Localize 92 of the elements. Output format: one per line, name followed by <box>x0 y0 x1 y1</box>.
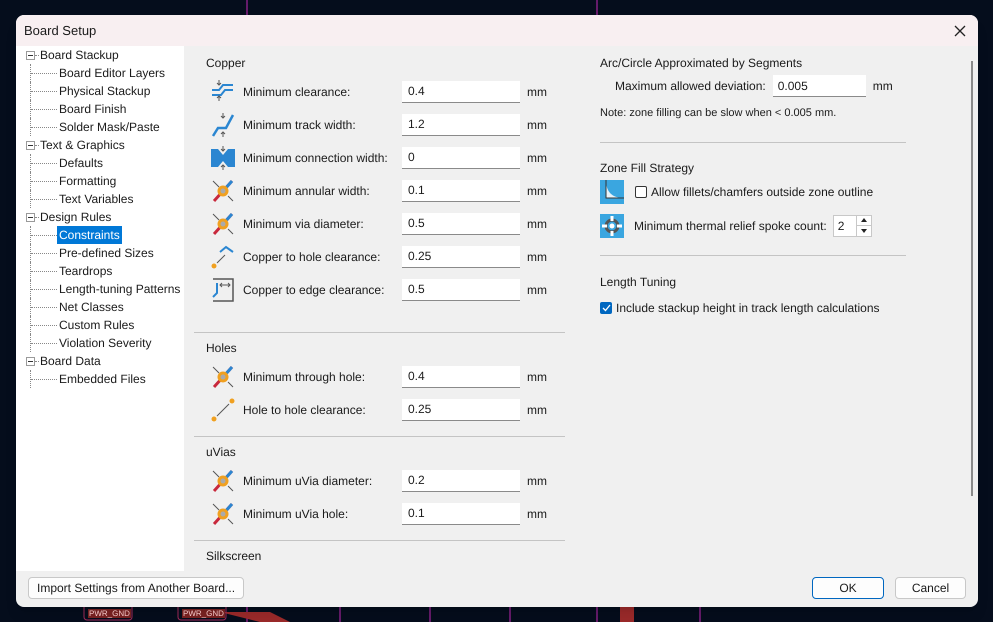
up-arrow-icon <box>860 218 867 222</box>
via-icon <box>210 364 236 390</box>
collapse-toggle[interactable] <box>26 50 35 60</box>
via-icon <box>210 178 236 204</box>
field-label: Copper to hole clearance: <box>243 248 382 266</box>
tree-item[interactable]: Text & Graphics <box>39 136 126 154</box>
input-field[interactable]: 0.5 <box>402 212 520 234</box>
tree-item[interactable]: Length-tuning Patterns <box>57 280 182 298</box>
unit-label: mm <box>527 472 547 490</box>
field-label: Minimum through hole: <box>243 368 366 386</box>
input-field[interactable]: 0.2 <box>402 470 520 492</box>
collapse-toggle[interactable] <box>26 356 35 366</box>
unit-label: mm <box>527 150 547 166</box>
field-label: Minimum connection width: <box>243 150 389 166</box>
input-field[interactable]: 0.25 <box>402 246 520 268</box>
connection-width-icon <box>210 144 236 170</box>
window-title: Board Setup <box>24 22 96 40</box>
unit-label: mm <box>527 116 547 134</box>
input-field[interactable]: 0.005 <box>772 75 866 97</box>
field-label: Minimum track width: <box>243 116 357 134</box>
close-icon <box>954 24 966 36</box>
cancel-button[interactable]: Cancel <box>895 577 966 599</box>
note-text: Note: zone filling can be slow when < 0.005 mm. <box>600 106 838 121</box>
spin-up-button[interactable] <box>856 216 871 226</box>
net-label: PWR_GND <box>88 609 131 618</box>
tree-item[interactable]: Design Rules <box>39 208 112 226</box>
unit-label: mm <box>527 182 547 200</box>
unit-label: mm <box>527 216 547 232</box>
input-field[interactable]: 0.4 <box>402 80 520 102</box>
via-icon <box>210 210 236 236</box>
unit-label: mm <box>527 402 547 418</box>
section-heading: Zone Fill Strategy <box>600 160 696 176</box>
field-label: Copper to edge clearance: <box>243 282 386 298</box>
section-heading: Holes <box>205 340 238 357</box>
input-field[interactable]: 0 <box>402 146 520 168</box>
tree-item[interactable]: Custom Rules <box>57 316 136 334</box>
field-label: Minimum clearance: <box>243 84 352 100</box>
input-field[interactable]: 0.1 <box>402 180 520 202</box>
unit-label: mm <box>527 282 547 298</box>
unit-label: mm <box>527 506 547 522</box>
edge-clearance-icon <box>210 276 236 302</box>
section-heading: Copper <box>205 55 246 72</box>
checkbox[interactable] <box>635 186 647 198</box>
section-heading: uVias <box>205 444 237 461</box>
unit-label: mm <box>527 248 547 266</box>
tree-item[interactable]: Constraints <box>57 226 122 244</box>
via-icon <box>210 468 236 494</box>
tree-item[interactable]: Net Classes <box>57 298 126 316</box>
input-field[interactable]: 0.25 <box>402 398 520 420</box>
unit-label: mm <box>872 78 893 95</box>
tree-item[interactable]: Board Data <box>39 352 102 370</box>
down-arrow-icon <box>860 228 867 233</box>
scrollbar[interactable] <box>971 61 973 496</box>
section-heading: Length Tuning <box>600 274 678 290</box>
input-field[interactable]: 1.2 <box>402 114 520 136</box>
thermal-relief-icon <box>600 214 624 238</box>
tree-item[interactable]: Violation Severity <box>57 334 154 352</box>
input-field[interactable]: 0.5 <box>402 278 520 300</box>
field-label: Minimum via diameter: <box>243 216 365 232</box>
tree-item[interactable]: Embedded Files <box>57 370 148 388</box>
spin-box[interactable]: 2 <box>832 214 872 236</box>
checkbox-label: Allow fillets/chamfers outside zone outline <box>651 184 874 200</box>
tree-item[interactable]: Board Stackup <box>39 46 120 64</box>
section-heading: Silkscreen <box>205 548 262 565</box>
tree-item[interactable]: Board Finish <box>57 100 128 118</box>
collapse-toggle[interactable] <box>26 140 35 150</box>
field-label: Hole to hole clearance: <box>243 402 367 418</box>
field-label: Minimum uVia diameter: <box>243 472 374 490</box>
collapse-toggle[interactable] <box>26 212 35 222</box>
tree-item[interactable]: Defaults <box>57 154 106 172</box>
import-settings-button[interactable]: Import Settings from Another Board... <box>28 577 244 599</box>
ok-button[interactable]: OK <box>812 577 884 599</box>
checkbox[interactable] <box>600 302 612 314</box>
tree-item[interactable]: Teardrops <box>57 262 114 280</box>
tree-item[interactable]: Physical Stackup <box>57 82 152 100</box>
tree-item[interactable]: Text Variables <box>57 190 136 208</box>
tree-item[interactable]: Pre-defined Sizes <box>57 244 156 262</box>
field-label: Maximum allowed deviation: <box>615 78 766 95</box>
tree-item[interactable]: Solder Mask/Paste <box>57 118 162 136</box>
via-icon <box>210 500 236 526</box>
field-label: Minimum thermal relief spoke count: <box>634 218 827 234</box>
input-field[interactable]: 0.4 <box>402 366 520 388</box>
net-label: PWR_GND <box>182 609 225 618</box>
unit-label: mm <box>527 84 547 100</box>
tree-item[interactable]: Formatting <box>57 172 118 190</box>
tree-item[interactable]: Board Editor Layers <box>57 64 168 82</box>
field-label: Minimum uVia hole: <box>243 506 350 522</box>
field-label: Minimum annular width: <box>243 182 371 200</box>
input-field[interactable]: 0.1 <box>402 502 520 524</box>
checkbox-label: Include stackup height in track length calculations <box>616 300 880 316</box>
section-heading: Arc/Circle Approximated by Segments <box>600 55 804 72</box>
unit-label: mm <box>527 368 547 386</box>
